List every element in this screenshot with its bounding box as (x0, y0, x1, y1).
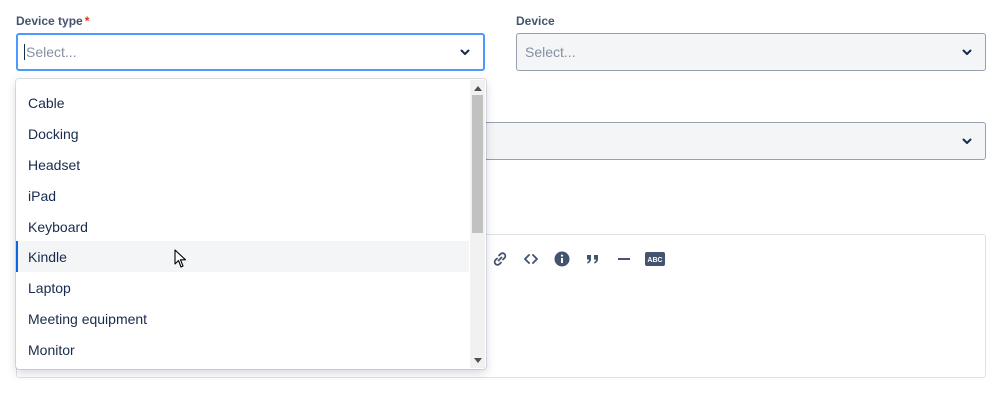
chevron-down-icon[interactable] (955, 40, 979, 64)
option-cable[interactable]: Cable (16, 87, 469, 118)
code-icon[interactable] (521, 249, 541, 269)
secondary-select[interactable] (460, 122, 986, 160)
option-kindle[interactable]: Kindle (16, 241, 469, 272)
device-type-placeholder: Select... (26, 44, 77, 60)
info-icon[interactable] (552, 249, 572, 269)
option-monitor[interactable]: Monitor (16, 334, 469, 365)
mouse-pointer-icon (174, 249, 188, 274)
device-placeholder: Select... (525, 44, 576, 60)
device-label: Device (516, 14, 555, 28)
scroll-up-arrow-icon[interactable] (473, 83, 482, 92)
spellcheck-icon[interactable]: ABC (644, 249, 666, 269)
spellcheck-icon-text: ABC (647, 257, 662, 264)
divider-icon[interactable] (614, 249, 634, 269)
device-type-label-text: Device type (16, 14, 83, 28)
option-meeting-equipment[interactable]: Meeting equipment (16, 303, 469, 334)
option-headset[interactable]: Headset (16, 149, 469, 180)
device-type-select[interactable]: Select... (16, 33, 485, 71)
option-ipad[interactable]: iPad (16, 180, 469, 211)
device-select[interactable]: Select... (516, 33, 986, 71)
chevron-down-icon[interactable] (453, 40, 477, 64)
device-type-dropdown-menu: Cable Docking Headset iPad Keyboard Kind… (16, 79, 486, 369)
required-asterisk: * (84, 14, 90, 28)
option-docking[interactable]: Docking (16, 118, 469, 149)
link-icon[interactable] (490, 249, 510, 269)
scroll-down-arrow-icon[interactable] (473, 356, 482, 365)
option-keyboard[interactable]: Keyboard (16, 211, 469, 242)
option-laptop[interactable]: Laptop (16, 272, 469, 303)
device-type-label: Device type * (16, 14, 89, 28)
chevron-down-icon[interactable] (955, 129, 979, 153)
quote-icon[interactable] (583, 249, 603, 269)
scrollbar-thumb[interactable] (472, 95, 483, 233)
